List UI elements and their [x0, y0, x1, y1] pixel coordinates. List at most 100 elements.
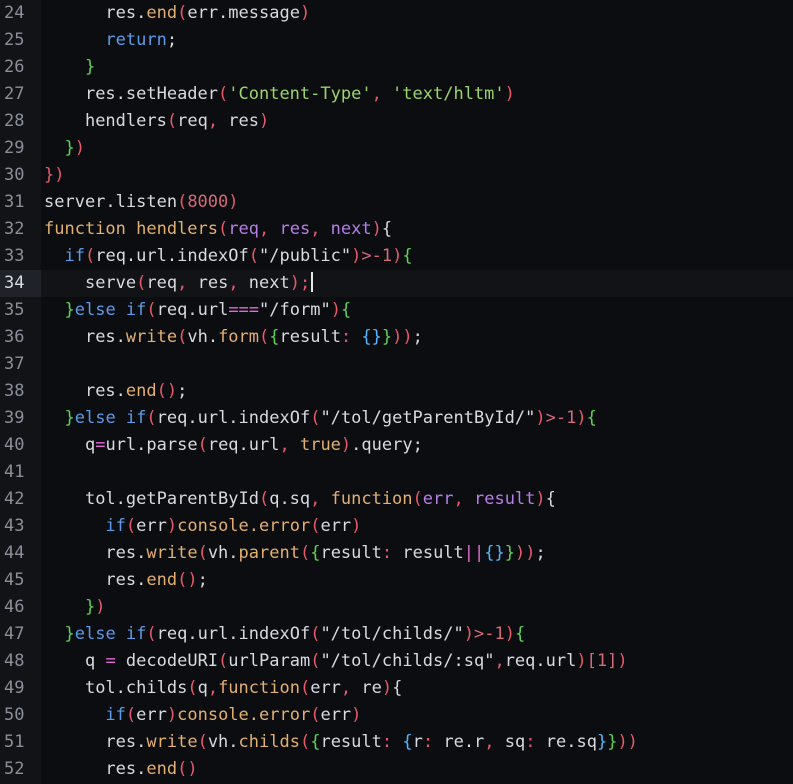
code-line[interactable]: 33 if(req.url.indexOf("/public")>-1){ [0, 243, 793, 270]
code-editor[interactable]: 24 res.end(err.message) 25 return; 26 } 27 … [0, 0, 793, 784]
line-code: if(req.url.indexOf("/public")>-1){ [44, 243, 413, 270]
code-token: || [463, 543, 485, 563]
code-token: ( [197, 435, 208, 455]
code-token: next [330, 219, 372, 239]
line-code-area[interactable]: }) [41, 162, 793, 189]
code-token: , [340, 678, 362, 698]
line-code-area[interactable]: if(err)console.error(err) [41, 513, 793, 540]
line-number: 33 [4, 246, 25, 266]
code-token: error [259, 705, 311, 725]
code-line[interactable]: 26 } [0, 54, 793, 81]
code-line[interactable]: 48 q = decodeURI(urlParam("/tol/childs/:… [0, 648, 793, 675]
line-code-area[interactable]: }) [41, 594, 793, 621]
code-token: serve [84, 273, 137, 293]
code-token: === [228, 300, 260, 320]
line-code: res.write(vh.parent({result: result||{}}… [44, 540, 545, 567]
code-token: err [310, 678, 341, 698]
code-line[interactable]: 40 q=url.parse(req.url, true).query; [0, 432, 793, 459]
line-code-area[interactable]: return; [41, 27, 793, 54]
line-code-area[interactable]: }else if(req.url.indexOf("/tol/childs/")… [41, 621, 793, 648]
line-code-area[interactable] [41, 459, 793, 486]
code-token: function [330, 489, 413, 509]
line-code-area[interactable]: hendlers(req, res) [41, 108, 793, 135]
code-line[interactable]: 32 function hendlers(req, res, next){ [0, 216, 793, 243]
code-line[interactable]: 28 hendlers(req, res) [0, 108, 793, 135]
line-code-area[interactable]: res.end(); [41, 378, 793, 405]
line-code-area[interactable]: q=url.parse(req.url, true).query; [41, 432, 793, 459]
code-line[interactable]: 41 [0, 459, 793, 486]
code-line[interactable]: 46 }) [0, 594, 793, 621]
code-line[interactable]: 42 tol.getParentById(q.sq, function(err,… [0, 486, 793, 513]
code-line[interactable]: 25 return; [0, 27, 793, 54]
line-code-area[interactable]: res.write(vh.childs({result: {r: re.r, s… [41, 729, 793, 756]
code-line[interactable]: 44 res.write(vh.parent({result: result||… [0, 540, 793, 567]
code-line[interactable]: 36 res.write(vh.form({result: {}})); [0, 324, 793, 351]
line-code-area[interactable]: }else if(req.url.indexOf("/tol/getParent… [41, 405, 793, 432]
line-code-area[interactable]: res.end(); [41, 567, 793, 594]
code-line[interactable]: 34 serve(req, res, next); [0, 270, 793, 297]
code-token: = [105, 651, 116, 671]
code-token: } [64, 138, 75, 158]
code-token: write [125, 327, 178, 347]
code-token: vh. [207, 543, 239, 563]
code-token: else [74, 624, 126, 644]
line-code: hendlers(req, res) [44, 108, 269, 135]
code-line[interactable]: 51 res.write(vh.childs({result: {r: re.r… [0, 729, 793, 756]
code-token: : [381, 543, 403, 563]
code-line[interactable]: 27 res.setHeader('Content-Type', 'text/h… [0, 81, 793, 108]
code-line[interactable]: 47 }else if(req.url.indexOf("/tol/childs… [0, 621, 793, 648]
line-code-area[interactable]: server.listen(8000) [41, 189, 793, 216]
line-code-area[interactable]: tol.getParentById(q.sq, function(err, re… [41, 486, 793, 513]
code-line[interactable]: 39 }else if(req.url.indexOf("/tol/getPar… [0, 405, 793, 432]
code-token: )) [392, 327, 413, 347]
line-code-area[interactable]: serve(req, res, next); [41, 270, 793, 297]
line-code-area[interactable]: function hendlers(req, res, next){ [41, 216, 793, 243]
code-token: , [207, 678, 219, 698]
line-code-area[interactable]: res.write(vh.parent({result: result||{}}… [41, 540, 793, 567]
code-token: err [136, 705, 167, 725]
code-token: ( [299, 543, 311, 563]
line-code: server.listen(8000) [44, 189, 239, 216]
code-line[interactable]: 35 }else if(req.url==="/form"){ [0, 297, 793, 324]
line-code-area[interactable]: } [41, 54, 793, 81]
code-token: re.sq [545, 732, 597, 752]
code-line[interactable]: 49 tol.childs(q,function(err, re){ [0, 675, 793, 702]
line-code-area[interactable]: tol.childs(q,function(err, re){ [41, 675, 793, 702]
code-line[interactable]: 50 if(err)console.error(err) [0, 702, 793, 729]
code-token: function [218, 678, 300, 698]
line-code: res.end(err.message) [44, 0, 310, 27]
code-line[interactable]: 30}) [0, 162, 793, 189]
line-code-area[interactable]: }) [41, 135, 793, 162]
line-code-area[interactable] [41, 351, 793, 378]
code-line[interactable]: 37 [0, 351, 793, 378]
code-token: ( [259, 327, 270, 347]
code-token: console. [177, 516, 260, 536]
code-token: return [105, 30, 167, 50]
code-line[interactable]: 43 if(err)console.error(err) [0, 513, 793, 540]
code-token: : [340, 327, 362, 347]
line-code-area[interactable]: if(req.url.indexOf("/public")>-1){ [41, 243, 793, 270]
code-line[interactable]: 31 server.listen(8000) [0, 189, 793, 216]
line-code-area[interactable]: res.setHeader('Content-Type', 'text/hltm… [41, 81, 793, 108]
line-code: res.end(); [44, 378, 187, 405]
line-code-area[interactable]: res.end(err.message) [41, 0, 793, 27]
line-code-area[interactable]: res.end() [41, 756, 793, 783]
code-token: 'Content-Type' [228, 84, 372, 104]
line-code-area[interactable]: q = decodeURI(urlParam("/tol/childs/:sq"… [41, 648, 793, 675]
code-token: { [402, 246, 413, 266]
code-line[interactable]: 45 res.end(); [0, 567, 793, 594]
code-token: ( [310, 408, 321, 428]
line-code-area[interactable]: }else if(req.url==="/form"){ [41, 297, 793, 324]
code-token: ( [166, 111, 178, 131]
code-line[interactable]: 24 res.end(err.message) [0, 0, 793, 27]
code-line[interactable]: 52 res.end() [0, 756, 793, 783]
code-token: err [320, 516, 352, 536]
code-token: : [422, 732, 444, 752]
code-line[interactable]: 38 res.end(); [0, 378, 793, 405]
code-line[interactable]: 29 }) [0, 135, 793, 162]
code-token: () [177, 759, 198, 779]
line-code-area[interactable]: res.write(vh.form({result: {}})); [41, 324, 793, 351]
code-token: ) [381, 678, 393, 698]
line-code-area[interactable]: if(err)console.error(err) [41, 702, 793, 729]
code-token: re [361, 678, 382, 698]
